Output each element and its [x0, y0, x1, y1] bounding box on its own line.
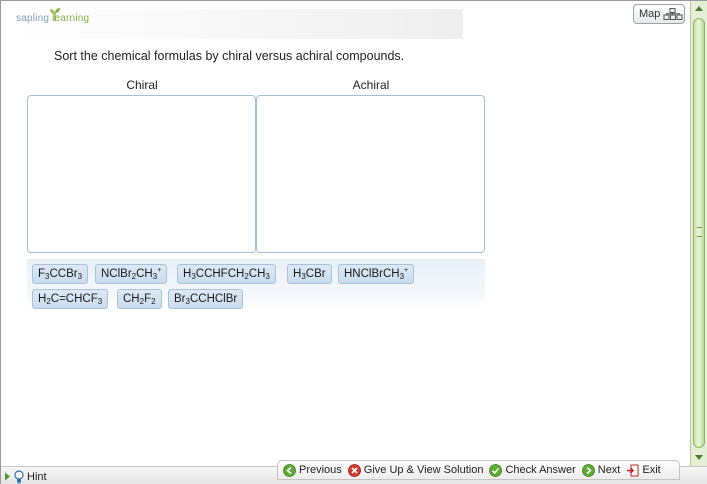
next-arrow-icon — [581, 463, 595, 477]
hint-label: Hint — [27, 470, 47, 483]
previous-button[interactable]: Previous — [283, 463, 342, 477]
tile-tray: F3CCBr3 NClBr2CH3+ H3CCHFCH2CH3 H3CBr HN… — [27, 259, 485, 309]
expand-arrow-icon — [5, 472, 10, 481]
lightbulb-icon — [14, 469, 24, 483]
give-up-x-icon — [347, 463, 361, 477]
chiral-bin-label: Chiral — [126, 78, 158, 92]
formula-tile-br3cchclbr[interactable]: Br3CCHClBr — [168, 289, 244, 309]
formula-tile-nclbr2ch3[interactable]: NClBr2CH3+ — [95, 264, 168, 284]
scroll-up-arrow-icon[interactable] — [692, 2, 706, 16]
check-answer-label: Check Answer — [505, 464, 576, 476]
previous-label: Previous — [299, 464, 342, 476]
question-prompt: Sort the chemical formulas by chiral ver… — [54, 49, 405, 63]
scrollbar-grip — [697, 227, 702, 237]
map-icon — [663, 8, 683, 20]
exit-button[interactable]: Exit — [626, 464, 661, 477]
map-button[interactable]: Map — [633, 4, 685, 24]
give-up-button[interactable]: Give Up & View Solution — [347, 463, 484, 477]
exit-door-icon — [627, 464, 639, 476]
navigation-panel: Previous Give Up & View Solution Check A… — [277, 460, 680, 480]
formula-tile-h2cchcf3[interactable]: H2C=CHCF3 — [32, 289, 109, 309]
assignment-frame: sapling learning Map Sort the chemical f… — [0, 0, 707, 484]
next-button[interactable]: Next — [581, 463, 621, 477]
checkmark-icon — [489, 463, 503, 477]
formula-tile-hnclbrch3[interactable]: HNClBrCH3+ — [338, 264, 415, 284]
formula-tile-h3cchfch2ch3[interactable]: H3CCHFCH2CH3 — [177, 264, 276, 284]
logo-text-sapling: sapling — [16, 13, 50, 24]
scrollbar-thumb[interactable] — [693, 18, 705, 448]
sprout-icon — [50, 8, 60, 21]
chiral-drop-zone[interactable] — [27, 95, 256, 253]
scroll-down-arrow-icon[interactable] — [692, 450, 706, 464]
previous-arrow-icon — [283, 463, 296, 477]
give-up-label: Give Up & View Solution — [363, 464, 484, 476]
formula-tile-ch2f2[interactable]: CH2F2 — [117, 289, 162, 309]
next-label: Next — [597, 464, 621, 476]
hint-button[interactable]: Hint — [4, 469, 47, 484]
logo-bar: sapling learning — [11, 8, 463, 39]
achiral-bin-label: Achiral — [352, 78, 390, 92]
formula-tile-f3ccbr3[interactable]: F3CCBr3 — [32, 264, 89, 284]
vertical-scrollbar[interactable] — [690, 1, 707, 466]
exit-label: Exit — [642, 464, 661, 476]
check-answer-button[interactable]: Check Answer — [489, 463, 576, 477]
achiral-drop-zone[interactable] — [256, 95, 485, 253]
map-label: Map — [639, 8, 661, 20]
formula-tile-h3cbr[interactable]: H3CBr — [287, 264, 332, 284]
